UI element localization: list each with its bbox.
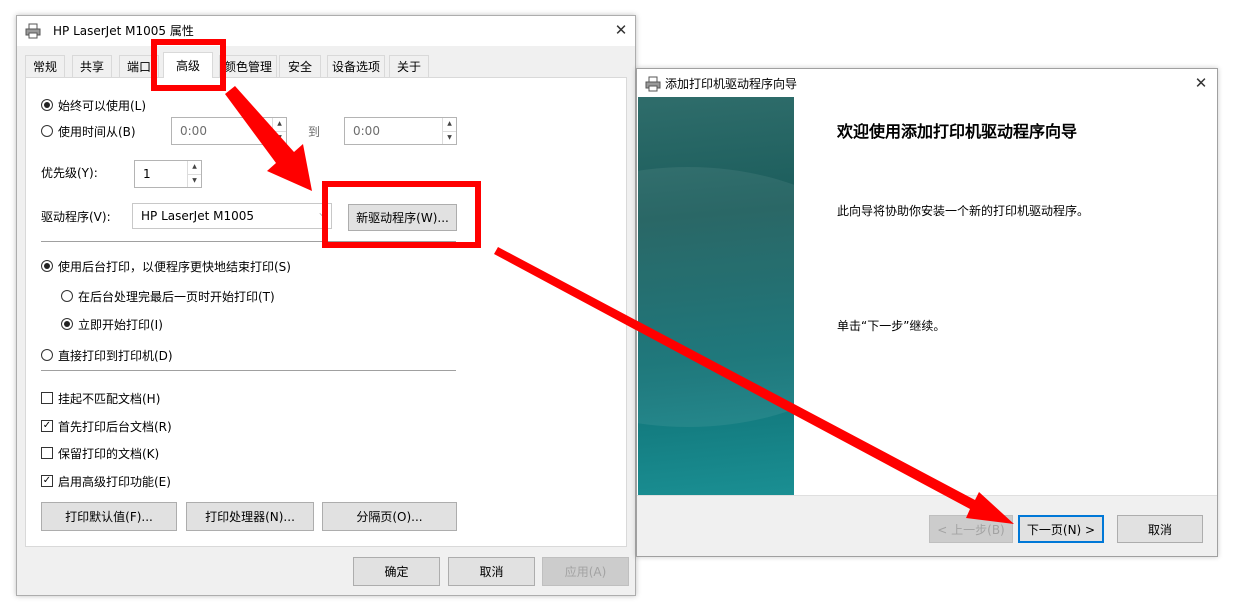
driver-label: 驱动程序(V): [41,210,111,224]
to-time-spinner[interactable]: ▲ ▼ [442,118,456,144]
wizard-continue-text: 单击“下一步”继续。 [837,319,946,333]
to-time-field[interactable]: 0:00 ▲ ▼ [344,117,457,145]
advanced-tab-panel: 始终可以使用(L) 使用时间从(B) 0:00 ▲ ▼ 到 0:00 ▲ ▼ 优先级… [25,77,627,547]
hold-mismatched-checkbox[interactable] [41,392,53,404]
hold-mismatched-label: 挂起不匹配文档(H) [58,392,161,406]
driver-select[interactable]: HP LaserJet M1005 ⌵ [132,203,332,229]
highlight-advanced-tab [151,39,226,91]
priority-value: 1 [143,167,151,181]
priority-field[interactable]: 1 ▲ ▼ [134,160,202,188]
spool-radio[interactable] [41,260,53,272]
wizard-footer: < 上一步(B) 下一页(N) > 取消 [637,495,1217,556]
highlight-new-driver-button [322,181,481,248]
printer-properties-window: HP LaserJet M1005 属性 ✕ 常规 共享 端口 高级 颜色管理 … [16,15,636,596]
tab-general[interactable]: 常规 [25,55,65,77]
always-available-label: 始终可以使用(L) [58,99,147,113]
enable-advanced-checkbox[interactable]: ✓ [41,475,53,487]
print-direct-label: 直接打印到打印机(D) [58,349,173,363]
spooled-first-label: 首先打印后台文档(R) [58,420,172,434]
spool-label: 使用后台打印，以便程序更快地结束打印(S) [58,260,291,274]
print-processor-button[interactable]: 打印处理器(N)... [186,502,314,531]
tab-sharing[interactable]: 共享 [72,55,112,77]
back-button[interactable]: < 上一步(B) [929,515,1013,543]
start-immediately-radio[interactable] [61,318,73,330]
next-button[interactable]: 下一页(N) > [1018,515,1104,543]
apply-button[interactable]: 应用(A) [542,557,629,586]
printing-defaults-button[interactable]: 打印默认值(F)... [41,502,177,531]
priority-spinner[interactable]: ▲ ▼ [187,161,201,187]
close-icon[interactable]: ✕ [607,18,635,42]
cancel-button[interactable]: 取消 [448,557,535,586]
wizard-cancel-button[interactable]: 取消 [1117,515,1203,543]
keep-printed-label: 保留打印的文档(K) [58,447,160,461]
to-time-value: 0:00 [353,124,380,138]
printer-icon [25,23,41,39]
checkmark-icon: ✓ [42,475,52,486]
start-after-last-page-radio[interactable] [61,290,73,302]
title-bar: HP LaserJet M1005 属性 ✕ [17,16,635,46]
tab-device-settings[interactable]: 设备选项 [327,55,385,77]
window-title: HP LaserJet M1005 属性 [53,24,194,38]
priority-label: 优先级(Y): [41,166,98,180]
wizard-description: 此向导将协助你安装一个新的打印机驱动程序。 [837,204,1090,218]
tab-color-management[interactable]: 颜色管理 [219,55,277,77]
to-label: 到 [308,125,321,139]
separator-page-button[interactable]: 分隔页(O)... [322,502,457,531]
ok-button[interactable]: 确定 [353,557,440,586]
tab-about[interactable]: 关于 [389,55,429,77]
driver-wizard-window: 添加打印机驱动程序向导 ✕ 欢迎使用添加打印机驱动程序向导 此向导将协助你安装一… [636,68,1218,557]
from-time-field[interactable]: 0:00 ▲ ▼ [171,117,287,145]
from-time-spinner[interactable]: ▲ ▼ [272,118,286,144]
print-direct-radio[interactable] [41,349,53,361]
enable-advanced-label: 启用高级打印功能(E) [58,475,171,489]
printer-icon [645,76,661,92]
checkmark-icon: ✓ [42,420,52,431]
from-time-value: 0:00 [180,124,207,138]
spooled-first-checkbox[interactable]: ✓ [41,420,53,432]
start-after-last-page-label: 在后台处理完最后一页时开始打印(T) [78,290,275,304]
wizard-title: 添加打印机驱动程序向导 [665,77,798,91]
wizard-heading: 欢迎使用添加打印机驱动程序向导 [837,122,1078,141]
wizard-banner-image [638,97,794,495]
available-from-radio[interactable] [41,125,53,137]
keep-printed-checkbox[interactable] [41,447,53,459]
tab-security[interactable]: 安全 [279,55,321,77]
always-available-radio[interactable] [41,99,53,111]
close-icon[interactable]: ✕ [1187,71,1215,95]
start-immediately-label: 立即开始打印(I) [78,318,163,332]
divider [41,370,456,371]
driver-select-value: HP LaserJet M1005 [141,209,255,223]
available-from-label: 使用时间从(B) [58,125,136,139]
